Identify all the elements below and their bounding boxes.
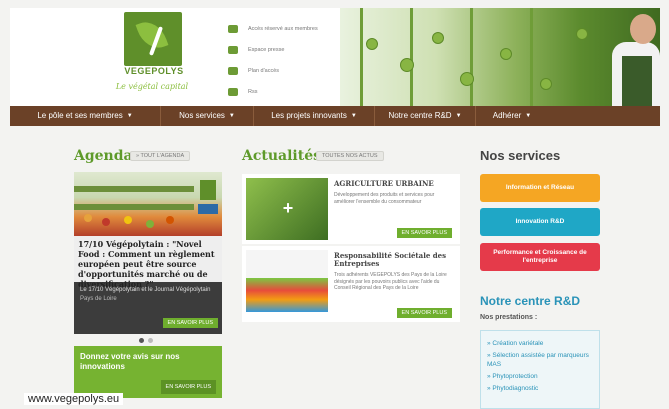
news-title: Actualités: [242, 148, 321, 164]
news-item-title[interactable]: AGRICULTURE URBAINE: [334, 180, 456, 188]
news-item-desc: Développement des produits et services p…: [334, 192, 435, 205]
agenda-place: Pays de Loire: [80, 296, 117, 302]
quick-link-label: Plan d'accès: [248, 68, 280, 74]
feedback-more-button[interactable]: EN SAVOIR PLUS: [160, 380, 216, 394]
vine-shape: [360, 8, 363, 106]
services-title: Nos services: [480, 148, 561, 163]
fruit-shape: [84, 214, 92, 222]
news-more-button[interactable]: EN SAVOIR PLUS: [396, 228, 452, 238]
news-thumbnail[interactable]: [246, 250, 328, 312]
nav-item-pole[interactable]: Le pôle et ses membres ▼: [10, 106, 160, 126]
agenda-headline[interactable]: 17/10 Végépolytain : "Novel Food : Comme…: [74, 236, 222, 289]
plus-icon: +: [282, 198, 294, 218]
partner-logo-icon: [198, 204, 218, 214]
farmer-head: [630, 14, 656, 44]
rd-item[interactable]: Création variétale: [487, 339, 593, 348]
nav-item-projets[interactable]: Les projets innovants ▼: [254, 106, 374, 126]
nav-label: Le pôle et ses membres: [37, 111, 123, 120]
map-icon: [228, 67, 238, 75]
vine-shape: [470, 8, 473, 106]
news-item-title[interactable]: Responsabilité Sociétale des Entreprises: [334, 252, 456, 268]
main-nav: Le pôle et ses membres ▼ Nos services ▼ Le…: [10, 106, 660, 126]
fruit-shape: [166, 216, 174, 224]
rd-item[interactable]: Phytodiagnostic: [487, 384, 593, 393]
shelf-shape: [74, 204, 194, 210]
caret-down-icon: ▼: [228, 113, 235, 119]
vine-shape: [530, 8, 533, 106]
agenda-card[interactable]: 17/10 Végépolytain : "Novel Food : Comme…: [74, 236, 222, 334]
tomato-shape: [400, 58, 414, 72]
quick-link-map[interactable]: Plan d'accès: [228, 62, 328, 80]
logo-icon: [200, 180, 216, 200]
shelf-shape: [74, 186, 194, 192]
lock-icon: [228, 25, 238, 33]
service-button-info[interactable]: Information et Réseau: [480, 174, 600, 202]
tomato-shape: [366, 38, 378, 50]
caret-down-icon: ▼: [126, 113, 133, 119]
quick-link-press[interactable]: Espace presse: [228, 41, 328, 59]
news-item-desc: Trois adhérents VEGEPOLYS des Pays de la…: [334, 272, 447, 291]
tomato-shape: [460, 72, 474, 86]
site-url: www.vegepolys.eu: [24, 393, 124, 405]
farmer-apron: [622, 56, 652, 106]
caret-down-icon: ▼: [455, 113, 462, 119]
agenda-image[interactable]: [74, 172, 222, 236]
logo-tagline: Le végétal capital: [115, 82, 189, 91]
fruit-shape: [124, 216, 132, 224]
vine-shape: [410, 8, 413, 106]
news-all-link[interactable]: TOUTES NOS ACTUS: [316, 151, 384, 161]
fruit-shape: [102, 218, 110, 226]
rd-title: Notre centre R&D: [480, 294, 581, 308]
carousel-dot[interactable]: [148, 338, 153, 343]
caret-down-icon: ▼: [350, 113, 357, 119]
rd-item[interactable]: Sélection assistée par marqueurs MAS: [487, 351, 593, 369]
nav-item-adherer[interactable]: Adhérer ▼: [476, 106, 548, 126]
nav-item-rd[interactable]: Notre centre R&D ▼: [375, 106, 475, 126]
rss-icon: [228, 88, 238, 96]
logo-icon[interactable]: [124, 12, 182, 66]
news-more-button[interactable]: EN SAVOIR PLUS: [396, 308, 452, 318]
tomato-shape: [540, 78, 552, 90]
news-item[interactable]: + AGRICULTURE URBAINE Développement des …: [242, 174, 460, 244]
tomato-shape: [432, 32, 444, 44]
rd-item[interactable]: Phytoprotection: [487, 372, 593, 381]
service-button-innovation[interactable]: Innovation R&D: [480, 208, 600, 236]
tomato-shape: [500, 48, 512, 60]
quick-links: Accès réservé aux membres Espace presse …: [228, 20, 328, 104]
news-item[interactable]: Responsabilité Sociétale des Entreprises…: [242, 246, 460, 322]
nav-label: Notre centre R&D: [388, 111, 452, 120]
site-header: VEGEPOLYS Le végétal capital Accès réser…: [10, 8, 660, 106]
quick-link-label: Rss: [248, 89, 258, 95]
service-button-performance[interactable]: Performance et Croissance de l'entrepris…: [480, 243, 600, 271]
nav-label: Adhérer: [492, 111, 522, 120]
tomato-shape: [576, 28, 588, 40]
rd-list: Création variétale Sélection assistée pa…: [480, 330, 600, 409]
nav-label: Les projets innovants: [271, 111, 347, 120]
caret-down-icon: ▼: [525, 113, 532, 119]
agenda-all-link[interactable]: » TOUT L'AGENDA: [130, 151, 191, 161]
agenda-more-button[interactable]: EN SAVOIR PLUS: [162, 318, 218, 328]
quick-link-rss[interactable]: Rss: [228, 83, 328, 101]
hero-banner-image: [340, 8, 660, 106]
fruit-shape: [146, 220, 154, 228]
quick-link-label: Accès réservé aux membres: [248, 26, 318, 32]
agenda-title: Agenda: [74, 148, 133, 164]
rd-subtitle: Nos prestations :: [480, 314, 538, 321]
carousel-dot[interactable]: [139, 338, 144, 343]
nav-label: Nos services: [179, 111, 225, 120]
quick-link-members[interactable]: Accès réservé aux membres: [228, 20, 328, 38]
feedback-box[interactable]: Donnez votre avis sur nos innovations EN…: [74, 346, 222, 398]
press-icon: [228, 46, 238, 54]
feedback-text: Donnez votre avis sur nos innovations: [80, 352, 180, 371]
logo-name[interactable]: VEGEPOLYS: [122, 66, 186, 76]
nav-item-services[interactable]: Nos services ▼: [161, 106, 253, 126]
news-thumbnail[interactable]: +: [246, 178, 328, 240]
quick-link-label: Espace presse: [248, 47, 285, 53]
carousel-dots: [139, 338, 153, 343]
